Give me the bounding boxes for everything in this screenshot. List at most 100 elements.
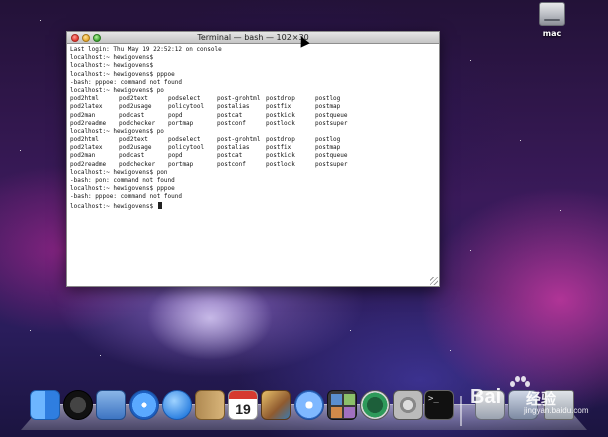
completion-item: podcast [119,111,145,119]
completion-item: postkick [266,152,295,160]
terminal-glyph: >_ [428,394,439,404]
completion-item: postsuper [315,119,348,127]
completion-item: post-grohtml [217,95,261,103]
completion-row: pod2html pod2text podselect post-grohtml… [70,95,436,103]
terminal-line: localhost:~ hewigovens$ [70,62,154,70]
completion-item: pod2readme [70,119,107,127]
completion-item: postlock [266,160,295,168]
iphoto-icon[interactable] [261,390,291,420]
mail-icon[interactable] [96,390,126,420]
terminal-line: Last login: Thu May 19 22:52:12 on conso… [70,46,222,53]
terminal-line: localhost:~ hewigovens$ [70,54,154,62]
completion-item: popd [168,111,183,119]
time-machine-icon[interactable] [360,390,390,420]
completion-item: postmap [315,144,341,152]
completion-item: podchecker [119,119,156,127]
completion-item: podchecker [119,160,156,168]
terminal-line: -bash: pon: command not found [70,177,175,184]
ical-icon[interactable]: 19 [228,390,258,420]
window-title: Terminal — bash — 102×30 [197,33,309,42]
ichat-icon[interactable] [162,390,192,420]
terminal-prompt-line[interactable]: localhost:~ hewigovens$ [70,201,436,210]
completion-item: pod2html [70,95,99,103]
watermark-brand: Bai [470,386,502,408]
star [520,140,521,141]
text-cursor [157,201,162,209]
completion-item: postdrop [266,136,295,144]
completion-item: pod2readme [70,160,107,168]
system-preferences-icon[interactable] [393,390,423,420]
desktop-drive[interactable]: mac [532,0,572,44]
spaces-icon[interactable] [327,390,357,420]
completion-item: post-grohtml [217,136,261,144]
terminal-window[interactable]: Terminal — bash — 102×30 Last login: Thu… [66,31,440,287]
finder-icon[interactable] [30,390,60,420]
dock-separator [460,396,462,426]
completion-item: portmap [168,119,194,127]
completion-item: postsuper [315,160,348,168]
completion-item: postmap [315,103,341,111]
terminal-line: -bash: pppoe: command not found [70,78,182,86]
completion-item: postlog [315,136,341,144]
completion-item: postalias [217,103,250,111]
star [30,330,31,331]
completion-row: pod2readme podchecker portmap postconf p… [70,161,436,169]
completion-item: podselect [168,136,201,144]
watermark-url: jingyan.baidu.com [524,406,589,415]
star [470,250,471,251]
terminal-line: localhost:~ hewigovens$ po [70,127,164,135]
completion-item: postlock [266,119,295,127]
completion-item: postlog [315,95,341,103]
terminal-output[interactable]: Last login: Thu May 19 22:52:12 on conso… [67,44,439,286]
terminal-line: localhost:~ hewigovens$ pon [70,168,168,176]
window-titlebar[interactable]: Terminal — bash — 102×30 [67,32,439,44]
terminal-icon[interactable]: >_ [424,390,454,420]
completion-item: pod2html [70,136,99,144]
address-book-icon[interactable] [195,390,225,420]
completion-item: pod2text [119,136,148,144]
completion-item: policytool [168,144,205,152]
completion-item: podselect [168,95,201,103]
completion-row: pod2html pod2text podselect post-grohtml… [70,136,436,144]
baidu-watermark: Bai 经验 jingyan.baidu.com [470,376,600,416]
star [20,150,21,151]
ical-day: 19 [235,401,251,417]
completion-item: postconf [217,119,246,127]
completion-item: postfix [266,144,292,152]
star [100,355,101,356]
safari-icon[interactable] [129,390,159,420]
terminal-line: localhost:~ hewigovens$ pppoe [70,70,175,78]
completion-item: postdrop [266,95,295,103]
completion-item: portmap [168,160,194,168]
itunes-icon[interactable] [294,390,324,420]
completion-item: postfix [266,103,292,111]
completion-item: postcat [217,111,243,119]
completion-item: pod2latex [70,103,103,111]
star [450,350,451,351]
resize-grip[interactable] [430,277,438,285]
completion-row: pod2readme podchecker portmap postconf p… [70,120,436,128]
completion-item: postconf [217,160,246,168]
completion-item: popd [168,152,183,160]
hard-drive-icon [539,2,565,26]
completion-row: pod2latex pod2usage policytool postalias… [70,144,436,152]
terminal-line: localhost:~ hewigovens$ pppoe [70,185,175,193]
completion-row: pod2latex pod2usage policytool postalias… [70,103,436,111]
completion-item: postcat [217,152,243,160]
completion-row: pod2man podcast popd postcat postkick po… [70,112,436,120]
completion-item: pod2latex [70,144,103,152]
completion-item: pod2usage [119,144,152,152]
terminal-line: localhost:~ hewigovens$ po [70,86,164,94]
completion-row: pod2man podcast popd postcat postkick po… [70,152,436,160]
terminal-line: -bash: pppoe: command not found [70,193,182,201]
completion-item: podcast [119,152,145,160]
completion-item: postqueue [315,111,348,119]
drive-label: mac [542,29,562,38]
dashboard-icon[interactable] [63,390,93,420]
star [350,330,351,331]
completion-item: postkick [266,111,295,119]
completion-item: pod2man [70,152,96,160]
star [560,210,561,211]
star [40,20,41,21]
completion-item: postqueue [315,152,348,160]
